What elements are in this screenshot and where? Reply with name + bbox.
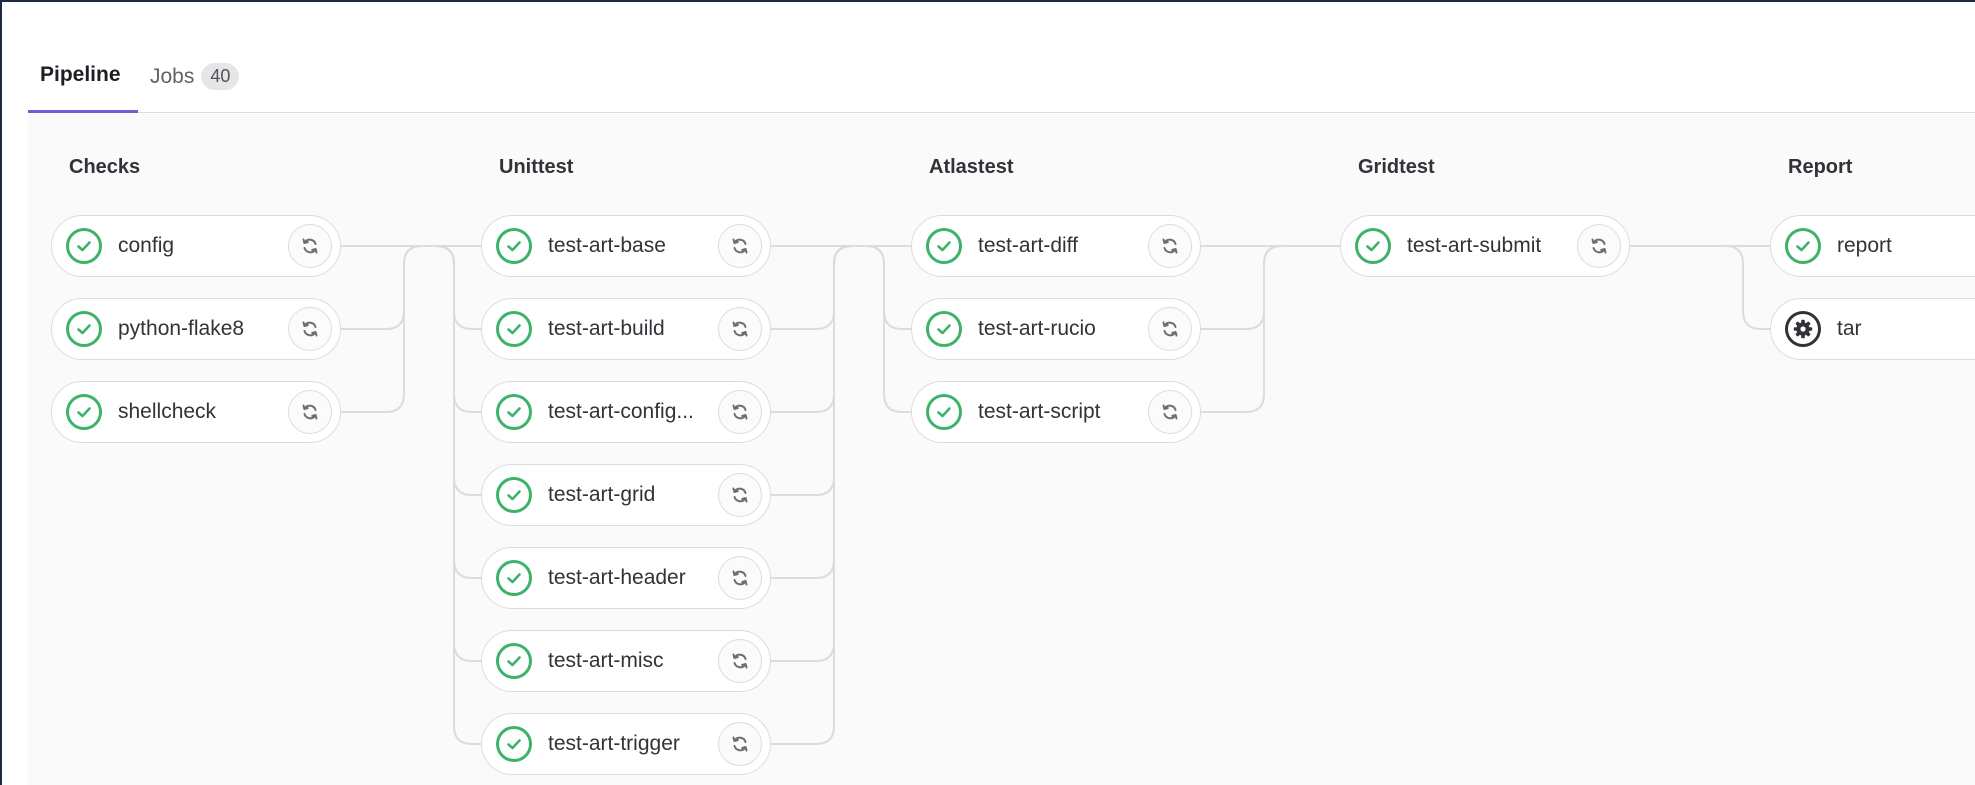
connector-in [771, 245, 853, 330]
retry-button[interactable] [718, 473, 762, 517]
job-name[interactable]: test-art-submit [1407, 234, 1541, 258]
connector-out [1724, 245, 1770, 330]
connector-in [341, 245, 423, 330]
job-name[interactable]: test-art-grid [548, 483, 655, 507]
pipeline-graph: Checks config python-flake8 shellcheck Unitt… [28, 114, 1975, 785]
stage-title-checks: Checks [69, 156, 141, 178]
pipeline-tabs: Pipeline Jobs 40 [28, 40, 1975, 113]
job-card[interactable]: tar [1770, 298, 1975, 360]
retry-icon [1160, 319, 1180, 339]
job-name[interactable]: test-art-header [548, 566, 686, 590]
job-name[interactable]: test-art-build [548, 317, 665, 341]
job-card[interactable]: test-art-config... [481, 381, 771, 443]
retry-button[interactable] [288, 307, 332, 351]
retry-button[interactable] [1148, 390, 1192, 434]
job-card[interactable]: test-art-base [481, 215, 771, 277]
tab-pipeline-label: Pipeline [40, 63, 121, 86]
job-card[interactable]: test-art-grid [481, 464, 771, 526]
job-name[interactable]: test-art-config... [548, 400, 694, 424]
job-card[interactable]: shellcheck [51, 381, 341, 443]
job-card[interactable]: test-art-trigger [481, 713, 771, 775]
retry-icon [730, 651, 750, 671]
job-name[interactable]: python-flake8 [118, 317, 244, 341]
gear-icon [1785, 311, 1821, 347]
job-card[interactable]: test-art-header [481, 547, 771, 609]
check-circle-icon [1785, 228, 1821, 264]
job-name[interactable]: report [1837, 234, 1892, 258]
tab-jobs-label: Jobs [150, 64, 195, 88]
check-circle-icon [926, 311, 962, 347]
stage-title-unittest: Unittest [499, 156, 574, 178]
connector-out [865, 245, 911, 330]
job-card[interactable]: test-art-misc [481, 630, 771, 692]
job-card[interactable]: report [1770, 215, 1975, 277]
retry-icon [1160, 402, 1180, 422]
job-name[interactable]: tar [1837, 317, 1862, 341]
retry-icon [300, 236, 320, 256]
check-circle-icon [1355, 228, 1391, 264]
job-name[interactable]: test-art-misc [548, 649, 664, 673]
retry-button[interactable] [288, 224, 332, 268]
check-circle-icon [496, 726, 532, 762]
job-name[interactable]: config [118, 234, 174, 258]
job-card[interactable]: test-art-diff [911, 215, 1201, 277]
retry-icon [1160, 236, 1180, 256]
job-card[interactable]: test-art-submit [1340, 215, 1630, 277]
retry-icon [730, 319, 750, 339]
check-circle-icon [496, 560, 532, 596]
retry-button[interactable] [718, 390, 762, 434]
check-circle-icon [496, 643, 532, 679]
tab-jobs[interactable]: Jobs 40 [150, 40, 240, 113]
retry-button[interactable] [718, 556, 762, 600]
job-name[interactable]: test-art-script [978, 400, 1101, 424]
retry-button[interactable] [718, 722, 762, 766]
job-name[interactable]: test-art-rucio [978, 317, 1096, 341]
retry-button[interactable] [1148, 307, 1192, 351]
check-circle-icon [926, 394, 962, 430]
stage-title-report: Report [1788, 156, 1853, 178]
connector-out [435, 245, 481, 662]
retry-icon [730, 402, 750, 422]
check-circle-icon [926, 228, 962, 264]
retry-icon [1589, 236, 1609, 256]
job-card[interactable]: test-art-script [911, 381, 1201, 443]
check-circle-icon [496, 477, 532, 513]
check-circle-icon [496, 394, 532, 430]
check-circle-icon [66, 394, 102, 430]
connector-out [435, 245, 481, 496]
connector-in [771, 245, 853, 496]
retry-icon [730, 568, 750, 588]
job-name[interactable]: test-art-diff [978, 234, 1078, 258]
retry-button[interactable] [1148, 224, 1192, 268]
jobs-count-badge: 40 [201, 63, 240, 90]
stage-title-atlastest: Atlastest [929, 156, 1014, 178]
connector-in [771, 245, 853, 662]
check-circle-icon [496, 311, 532, 347]
retry-button[interactable] [288, 390, 332, 434]
retry-icon [730, 485, 750, 505]
check-circle-icon [66, 228, 102, 264]
connector-out [435, 245, 481, 330]
retry-button[interactable] [1577, 224, 1621, 268]
retry-button[interactable] [718, 224, 762, 268]
job-name[interactable]: test-art-trigger [548, 732, 680, 756]
retry-button[interactable] [718, 307, 762, 351]
stage-title-gridtest: Gridtest [1358, 156, 1435, 178]
check-circle-icon [66, 311, 102, 347]
job-card[interactable]: config [51, 215, 341, 277]
retry-icon [730, 236, 750, 256]
job-card[interactable]: test-art-build [481, 298, 771, 360]
job-card[interactable]: test-art-rucio [911, 298, 1201, 360]
retry-button[interactable] [718, 639, 762, 683]
job-name[interactable]: test-art-base [548, 234, 666, 258]
check-circle-icon [496, 228, 532, 264]
retry-icon [300, 402, 320, 422]
retry-icon [730, 734, 750, 754]
connector-in [1201, 245, 1283, 330]
job-card[interactable]: python-flake8 [51, 298, 341, 360]
job-name[interactable]: shellcheck [118, 400, 216, 424]
tab-pipeline[interactable]: Pipeline [28, 40, 138, 113]
retry-icon [300, 319, 320, 339]
